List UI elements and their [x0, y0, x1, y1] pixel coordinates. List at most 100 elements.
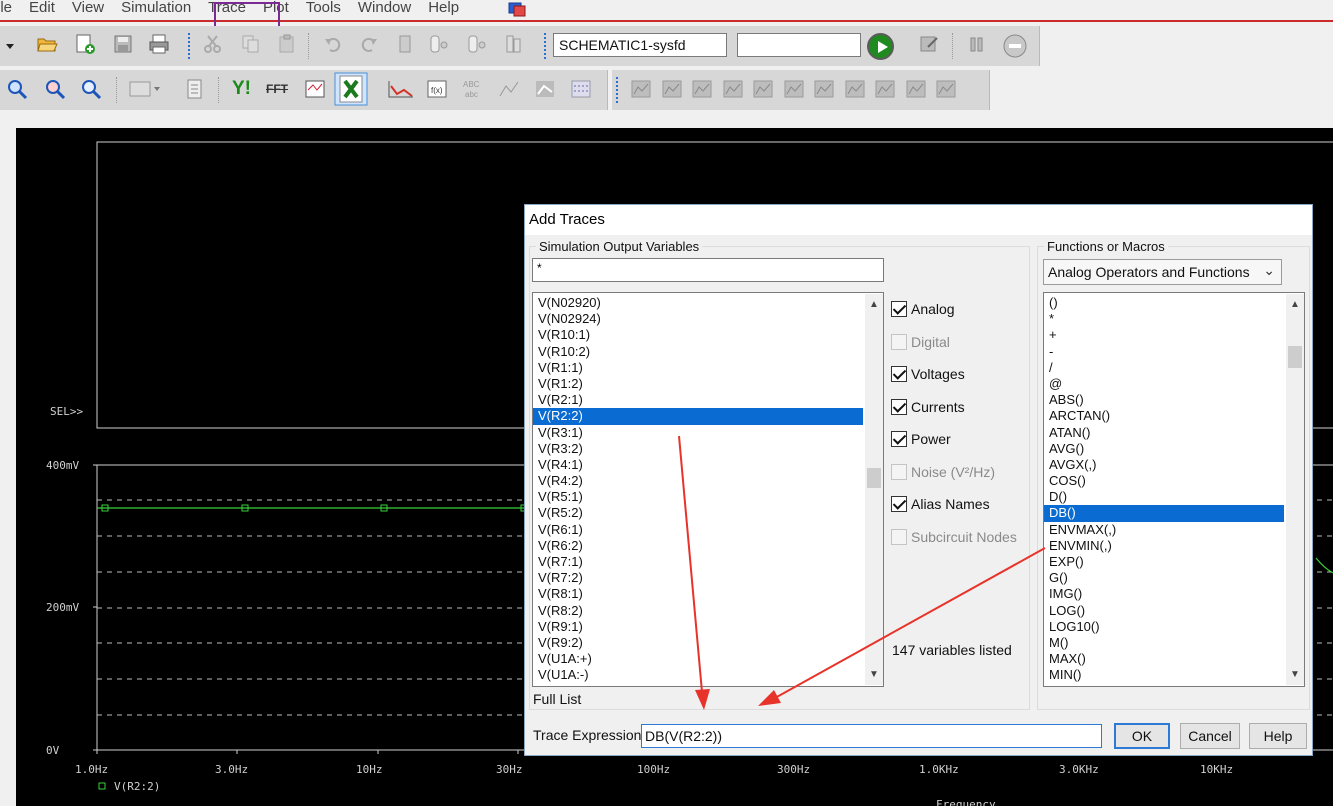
label-line-icon[interactable]	[498, 78, 520, 100]
run-simulation-button[interactable]	[867, 33, 894, 60]
variable-item[interactable]: V(R4:2)	[533, 473, 863, 489]
function-item[interactable]: ENVMIN(,)	[1044, 538, 1284, 554]
cursor-tool-icon[interactable]	[630, 78, 652, 100]
variable-item[interactable]: V(R4:1)	[533, 457, 863, 473]
function-item[interactable]: MIN()	[1044, 667, 1284, 683]
variable-item[interactable]: V(R2:2)	[533, 408, 863, 425]
variable-item[interactable]: V(R10:1)	[533, 327, 863, 343]
paste-icon[interactable]	[276, 33, 298, 55]
cursor-tool-icon[interactable]	[722, 78, 744, 100]
variable-item[interactable]: V(R3:2)	[533, 441, 863, 457]
variable-item[interactable]: V(R9:1)	[533, 619, 863, 635]
add-trace-icon[interactable]	[386, 78, 416, 100]
cursor-tool-icon[interactable]	[905, 78, 927, 100]
function-item[interactable]: IMG()	[1044, 586, 1284, 602]
scroll-up-icon[interactable]: ▲	[1290, 300, 1300, 310]
function-item[interactable]: EXP()	[1044, 554, 1284, 570]
menu-ile[interactable]: ile	[0, 0, 12, 16]
variable-item[interactable]: V(U1A:+)	[533, 651, 863, 667]
function-item[interactable]: M()	[1044, 635, 1284, 651]
variable-item[interactable]: V(N02924)	[533, 311, 863, 327]
variable-item[interactable]: V(R7:2)	[533, 570, 863, 586]
menu-edit[interactable]: Edit	[29, 0, 55, 16]
variable-item[interactable]: V(R9:2)	[533, 635, 863, 651]
window-restore-icon[interactable]	[506, 0, 528, 18]
function-item[interactable]: G()	[1044, 570, 1284, 586]
function-item[interactable]: DB()	[1044, 505, 1284, 522]
pause-icon[interactable]	[966, 33, 988, 55]
variable-item[interactable]: V(R6:1)	[533, 522, 863, 538]
trace-expression-input[interactable]: DB(V(R2:2))	[641, 724, 1102, 748]
dropdown-arrow-icon[interactable]	[4, 35, 16, 57]
fft-icon[interactable]: FFT	[266, 80, 296, 102]
cut-icon[interactable]	[202, 33, 224, 55]
variable-item[interactable]: V(R8:1)	[533, 586, 863, 602]
notes-icon[interactable]	[184, 78, 206, 100]
toggle-symbols-icon[interactable]	[570, 78, 592, 100]
function-item[interactable]: LOG()	[1044, 603, 1284, 619]
copy-icon[interactable]	[240, 33, 262, 55]
cursor-tool-icon[interactable]	[874, 78, 896, 100]
function-item[interactable]: -	[1044, 344, 1284, 360]
function-item[interactable]: COS()	[1044, 473, 1284, 489]
variable-item[interactable]: V(R7:1)	[533, 554, 863, 570]
checkbox-box[interactable]	[891, 398, 907, 415]
undo-icon[interactable]	[322, 33, 344, 55]
zoom-in-icon[interactable]	[6, 78, 28, 100]
checkbox-currents[interactable]: Currents	[891, 398, 965, 415]
variable-item[interactable]: V(R2:1)	[533, 392, 863, 408]
menu-tools[interactable]: Tools	[306, 0, 341, 16]
variable-item[interactable]: V(N02920)	[533, 295, 863, 311]
function-item[interactable]: MAX()	[1044, 651, 1284, 667]
print-icon[interactable]	[148, 33, 170, 55]
performance-analysis-icon[interactable]	[304, 78, 326, 100]
variables-scrollbar[interactable]: ▲ ▼	[865, 294, 883, 685]
cursor-tool-icon[interactable]	[783, 78, 805, 100]
zoom-out-icon[interactable]	[44, 78, 66, 100]
function-item[interactable]: @	[1044, 376, 1284, 392]
marker-power-icon[interactable]	[504, 33, 526, 55]
open-folder-icon[interactable]	[36, 33, 58, 55]
simulation-profile-field[interactable]	[737, 33, 861, 57]
variable-item[interactable]: V(R6:2)	[533, 538, 863, 554]
variable-item[interactable]: V(R1:1)	[533, 360, 863, 376]
function-item[interactable]: ABS()	[1044, 392, 1284, 408]
place-part-icon[interactable]	[394, 33, 416, 55]
menu-simulation[interactable]: Simulation	[121, 0, 191, 16]
function-item[interactable]: ENVMAX(,)	[1044, 522, 1284, 538]
variable-item[interactable]: V(U1A:-)	[533, 667, 863, 683]
marker-icon[interactable]	[428, 33, 450, 55]
functions-list[interactable]: () * + - / @ ABS() ARCTAN() ATAN() AVG() AVGX(,) CO…	[1043, 292, 1305, 687]
checkbox-alias[interactable]: Alias Names	[891, 496, 990, 512]
scroll-up-icon[interactable]: ▲	[869, 300, 879, 310]
marker-current-icon[interactable]	[466, 33, 488, 55]
checkbox-power[interactable]: Power	[891, 431, 951, 447]
checkbox-box[interactable]	[891, 431, 907, 447]
function-item[interactable]: *	[1044, 311, 1284, 327]
function-item[interactable]: ATAN()	[1044, 425, 1284, 441]
functions-scrollbar[interactable]: ▲ ▼	[1286, 294, 1304, 685]
function-item[interactable]: /	[1044, 360, 1284, 376]
add-y-axis-icon[interactable]: Y!	[232, 78, 260, 100]
cursor-tool-icon[interactable]	[691, 78, 713, 100]
menu-help[interactable]: Help	[428, 0, 459, 16]
save-icon[interactable]	[112, 33, 134, 55]
help-button[interactable]: Help	[1249, 723, 1307, 749]
checkbox-box[interactable]	[891, 366, 907, 382]
variable-item[interactable]: V(R5:2)	[533, 505, 863, 521]
scroll-down-icon[interactable]: ▼	[869, 670, 879, 680]
variable-item[interactable]: V(R1:2)	[533, 376, 863, 392]
mark-data-points-icon[interactable]	[534, 78, 556, 100]
eval-goal-function-icon[interactable]: f(x)	[426, 78, 448, 100]
cursor-tool-icon[interactable]	[661, 78, 683, 100]
cursor-tool-icon[interactable]	[813, 78, 835, 100]
checkbox-box[interactable]	[891, 301, 907, 317]
redo-icon[interactable]	[358, 33, 380, 55]
checkbox-box[interactable]	[891, 496, 907, 512]
checkbox-analog[interactable]: Analog	[891, 301, 955, 317]
function-item[interactable]: ARCTAN()	[1044, 408, 1284, 424]
menu-window[interactable]: Window	[358, 0, 411, 16]
functions-scroll-thumb[interactable]	[1288, 346, 1302, 368]
variables-scroll-thumb[interactable]	[867, 468, 881, 488]
variable-filter-input[interactable]: *	[532, 258, 884, 282]
